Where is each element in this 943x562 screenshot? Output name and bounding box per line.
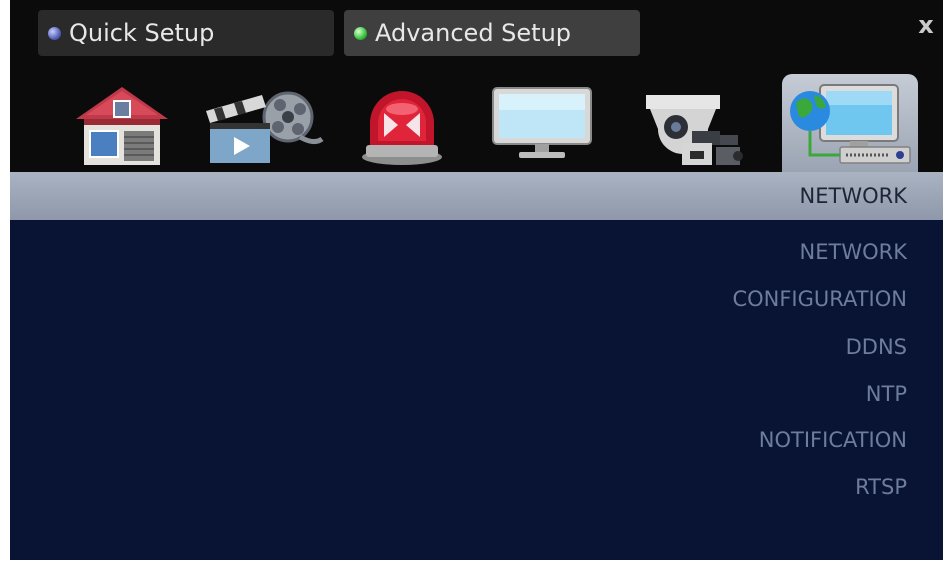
camera-button[interactable] <box>612 74 752 174</box>
menu-item-network[interactable]: NETWORK <box>800 240 907 264</box>
section-title: NETWORK <box>799 184 907 208</box>
tab-quick-setup[interactable]: Quick Setup <box>38 10 334 56</box>
home-icon <box>76 87 168 165</box>
tab-quick-setup-label: Quick Setup <box>69 19 215 47</box>
menu-item-rtsp[interactable]: RTSP <box>855 475 907 499</box>
section-header: NETWORK <box>10 172 943 220</box>
menu-item-ntp[interactable]: NTP <box>866 382 907 406</box>
menu-item-notification[interactable]: NOTIFICATION <box>759 428 907 452</box>
menu-item-ddns[interactable]: DDNS <box>846 335 907 359</box>
alarm-button[interactable] <box>332 74 472 174</box>
alarm-siren-icon <box>362 91 442 165</box>
tab-advanced-setup-label: Advanced Setup <box>375 19 572 47</box>
network-menu-panel: NETWORK CONFIGURATION DDNS NTP NOTIFICAT… <box>10 220 943 560</box>
close-icon[interactable]: x <box>915 12 937 38</box>
playback-button[interactable] <box>192 74 332 174</box>
home-button[interactable] <box>52 74 192 174</box>
security-camera-icon <box>646 95 743 165</box>
green-status-dot-icon <box>354 26 367 40</box>
menu-item-configuration[interactable]: CONFIGURATION <box>732 287 907 311</box>
tab-advanced-setup[interactable]: Advanced Setup <box>344 10 640 56</box>
network-button[interactable] <box>782 74 918 174</box>
display-button[interactable] <box>472 74 612 174</box>
setup-window: Quick Setup Advanced Setup x NETWORK NET… <box>10 0 943 560</box>
monitor-icon <box>492 87 592 158</box>
blue-status-dot-icon <box>48 26 61 40</box>
video-clapper-icon <box>206 91 324 163</box>
network-icon <box>790 84 911 164</box>
